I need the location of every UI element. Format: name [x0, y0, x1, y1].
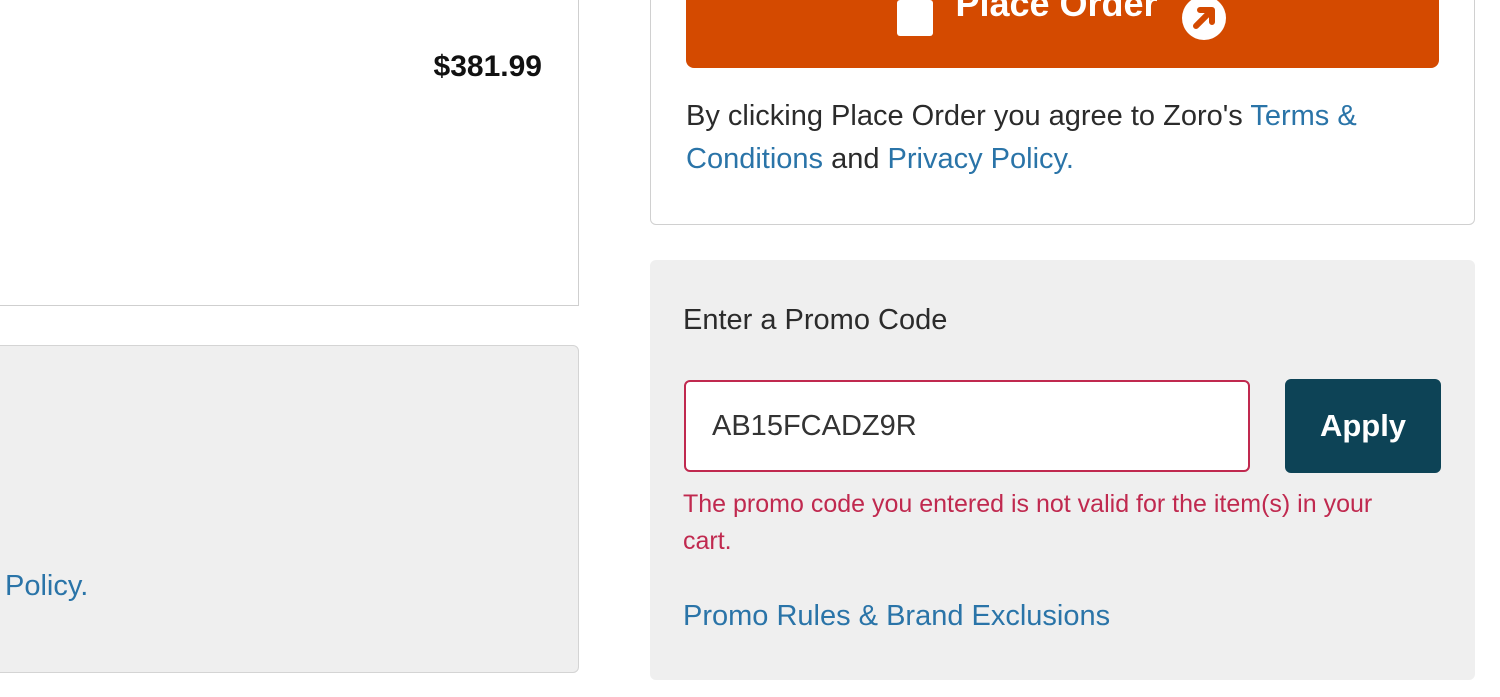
- place-order-button[interactable]: Place Order: [686, 0, 1439, 68]
- apply-button[interactable]: Apply: [1285, 379, 1441, 473]
- privacy-policy-link-partial[interactable]: Policy.: [5, 570, 88, 603]
- legal-middle: and: [823, 143, 888, 175]
- order-summary-card: $381.99: [0, 0, 579, 306]
- arrow-circle-icon: [1180, 0, 1228, 42]
- promo-error-message: The promo code you entered is not valid …: [683, 490, 1373, 555]
- promo-heading: Enter a Promo Code: [683, 304, 948, 336]
- order-total: $381.99: [433, 50, 542, 83]
- legal-agreement-text: By clicking Place Order you agree to Zor…: [686, 95, 1456, 181]
- checkout-page: $381.99 Policy. Place Order By clicking …: [0, 0, 1500, 697]
- lock-icon: [897, 0, 934, 36]
- place-order-label: Place Order: [955, 0, 1158, 24]
- info-card: Policy.: [0, 345, 579, 673]
- privacy-policy-link[interactable]: Privacy Policy.: [888, 143, 1074, 175]
- promo-rules-link[interactable]: Promo Rules & Brand Exclusions: [683, 600, 1110, 633]
- legal-prefix: By clicking Place Order you agree to Zor…: [686, 100, 1251, 132]
- promo-code-input[interactable]: [684, 380, 1250, 472]
- promo-code-card: Enter a Promo Code Apply The promo code …: [650, 260, 1475, 680]
- place-order-card: Place Order By clicking Place Order you …: [650, 0, 1475, 225]
